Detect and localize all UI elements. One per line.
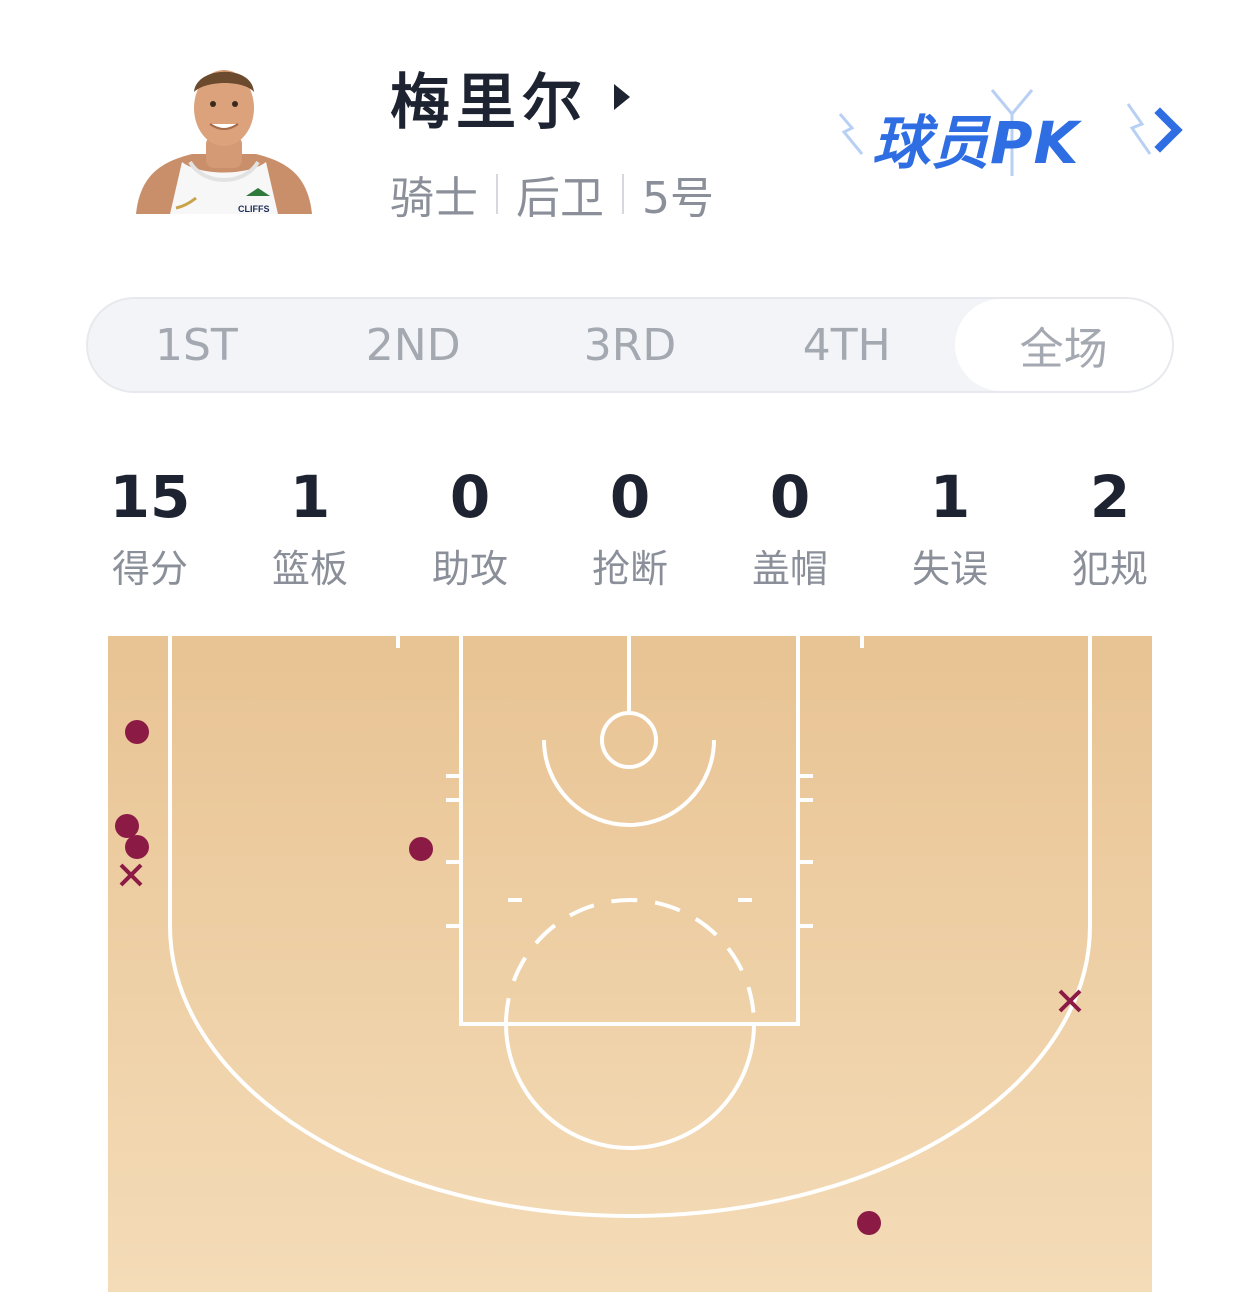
stat-label: 盖帽 xyxy=(751,547,828,591)
made-shot-marker xyxy=(115,814,139,838)
made-shot-marker xyxy=(125,720,149,744)
stat-value: 1 xyxy=(289,463,331,531)
stat-value: 0 xyxy=(769,463,811,531)
pk-label: 球员PK xyxy=(872,109,1080,177)
made-shot-marker xyxy=(857,1211,881,1235)
divider xyxy=(622,174,624,214)
stat-value: 0 xyxy=(449,463,491,531)
stat-value: 0 xyxy=(609,463,651,531)
stat-blocks: 0 盖帽 xyxy=(710,462,870,592)
court-diagram xyxy=(108,636,1152,1292)
made-shot-marker xyxy=(409,837,433,861)
caret-right-icon[interactable] xyxy=(614,84,630,110)
court-floor xyxy=(108,636,1152,1292)
stat-turnovers: 1 失误 xyxy=(870,462,1030,592)
stat-points: 15 得分 xyxy=(70,462,230,592)
stat-value: 2 xyxy=(1089,463,1131,531)
stat-label: 犯规 xyxy=(1071,547,1148,591)
tab-2nd[interactable]: 2ND xyxy=(305,299,522,391)
player-name: 梅里尔 xyxy=(390,67,588,138)
stat-label: 失误 xyxy=(911,547,988,591)
stat-fouls: 2 犯规 xyxy=(1030,462,1190,592)
tab-4th[interactable]: 4TH xyxy=(738,299,955,391)
stat-rebounds: 1 篮板 xyxy=(230,462,390,592)
stat-label: 篮板 xyxy=(271,547,348,591)
stat-label: 助攻 xyxy=(431,547,508,591)
period-tabs: 1ST 2ND 3RD 4TH 全场 xyxy=(86,297,1174,393)
stat-steals: 0 抢断 xyxy=(550,462,710,592)
stat-summary: 15 得分 1 篮板 0 助攻 0 抢断 0 盖帽 1 失误 2 犯规 xyxy=(70,462,1190,592)
player-pk-button[interactable]: 球员PK xyxy=(832,84,1183,184)
stat-label: 抢断 xyxy=(591,547,668,591)
player-avatar[interactable]: CLIFFS xyxy=(130,58,318,214)
player-meta: 骑士 后卫 5号 xyxy=(390,166,714,224)
player-number: 5号 xyxy=(642,173,714,224)
shot-chart xyxy=(108,636,1152,1292)
tab-1st[interactable]: 1ST xyxy=(88,299,305,391)
svg-text:CLIFFS: CLIFFS xyxy=(238,204,270,214)
stat-assists: 0 助攻 xyxy=(390,462,550,592)
stat-label: 得分 xyxy=(111,547,188,591)
player-team: 骑士 xyxy=(390,173,478,224)
made-shot-marker xyxy=(125,835,149,859)
stat-value: 15 xyxy=(109,463,191,531)
tab-3rd[interactable]: 3RD xyxy=(522,299,739,391)
stat-value: 1 xyxy=(929,463,971,531)
player-position: 后卫 xyxy=(516,173,604,224)
player-name-row[interactable]: 梅里尔 xyxy=(390,62,630,138)
divider xyxy=(496,174,498,214)
tab-full-game[interactable]: 全场 xyxy=(955,299,1172,391)
